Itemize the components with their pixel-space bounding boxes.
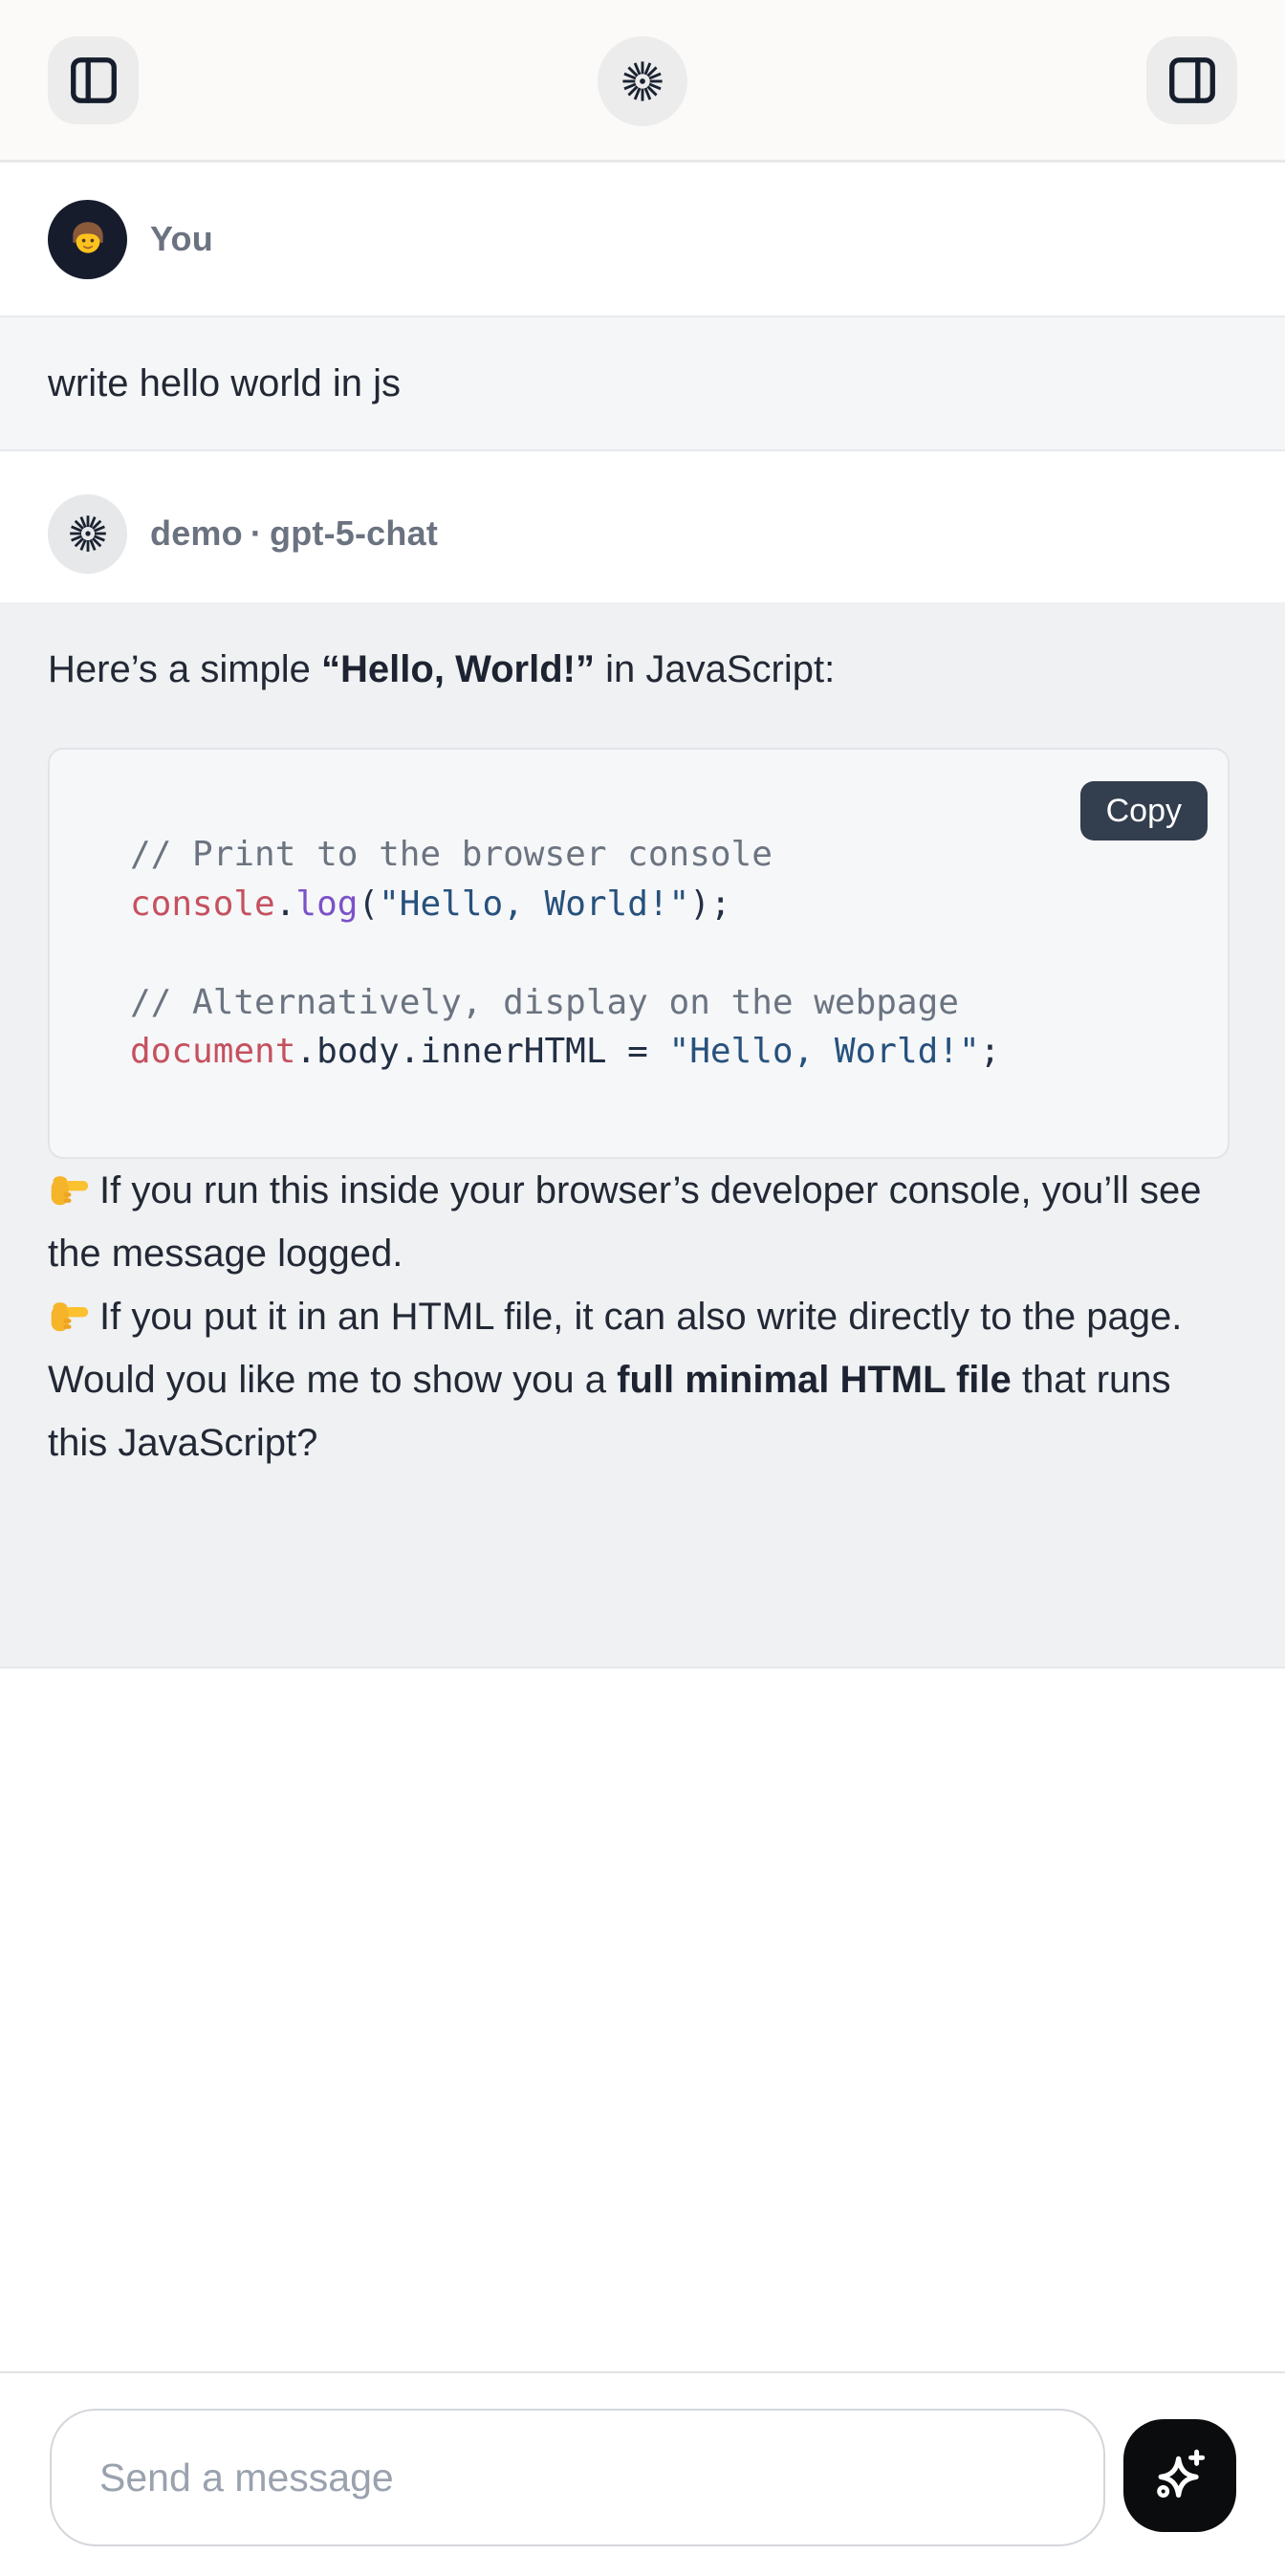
intro-text-post: in JavaScript: <box>595 648 835 690</box>
panel-right-icon <box>1165 53 1220 108</box>
code-line <box>130 928 1209 978</box>
pointer-item: If you put it in an HTML file, it can al… <box>48 1285 1237 1348</box>
composer <box>0 2371 1285 2576</box>
pointing-right-icon <box>48 1168 90 1210</box>
empty-chat-space <box>0 1669 1285 2371</box>
user-avatar <box>48 200 127 279</box>
pointer-item: If you run this inside your browser’s de… <box>48 1159 1237 1285</box>
code-block: Copy // Print to the browser consolecons… <box>48 748 1230 1159</box>
person-emoji-icon <box>66 217 110 261</box>
assistant-message-header: demo·gpt-5-chat <box>0 451 1285 602</box>
intro-text: Here’s a simple <box>48 648 321 690</box>
code-line: document.body.innerHTML = "Hello, World!… <box>130 1027 1209 1077</box>
sparkle-icon <box>1148 2444 1211 2507</box>
right-panel-toggle-button[interactable] <box>1146 36 1237 124</box>
intro-bold-text: “Hello, World!” <box>321 648 595 690</box>
starburst-icon <box>68 513 108 554</box>
outro-text: Would you like me to show you a <box>48 1359 617 1401</box>
assistant-outro: Would you like me to show you a full min… <box>48 1348 1237 1474</box>
app-logo-chip <box>598 36 687 126</box>
code-line: // Alternatively, display on the webpage <box>130 978 1209 1028</box>
send-button[interactable] <box>1123 2419 1236 2532</box>
message-input[interactable] <box>50 2409 1105 2546</box>
panel-left-icon <box>66 53 121 108</box>
assistant-sender-label: demo·gpt-5-chat <box>150 513 438 554</box>
code-line: console.log("Hello, World!"); <box>130 880 1209 929</box>
sidebar-toggle-button[interactable] <box>48 36 139 124</box>
outro-bold-text: full minimal HTML file <box>617 1359 1012 1401</box>
code-content: // Print to the browser consoleconsole.l… <box>50 750 1228 1077</box>
chat-app: You write hello world in js <box>0 0 1285 2576</box>
assistant-name: demo <box>150 513 243 553</box>
user-sender-label: You <box>150 219 213 259</box>
pointing-right-icon <box>48 1294 90 1336</box>
assistant-avatar <box>48 494 127 574</box>
starburst-icon <box>621 59 664 103</box>
top-bar <box>0 0 1285 163</box>
pointer-paragraph: If you run this inside your browser’s de… <box>48 1159 1237 1348</box>
assistant-intro: Here’s a simple “Hello, World!” in JavaS… <box>48 638 1237 701</box>
copy-button[interactable]: Copy <box>1080 781 1208 840</box>
assistant-message: Here’s a simple “Hello, World!” in JavaS… <box>0 602 1285 1669</box>
assistant-model: gpt-5-chat <box>270 513 438 553</box>
user-message-header: You <box>0 163 1285 316</box>
user-message: write hello world in js <box>0 316 1285 451</box>
user-message-text: write hello world in js <box>48 352 401 415</box>
code-line: // Print to the browser console <box>130 830 1209 880</box>
sender-separator: · <box>250 513 262 553</box>
